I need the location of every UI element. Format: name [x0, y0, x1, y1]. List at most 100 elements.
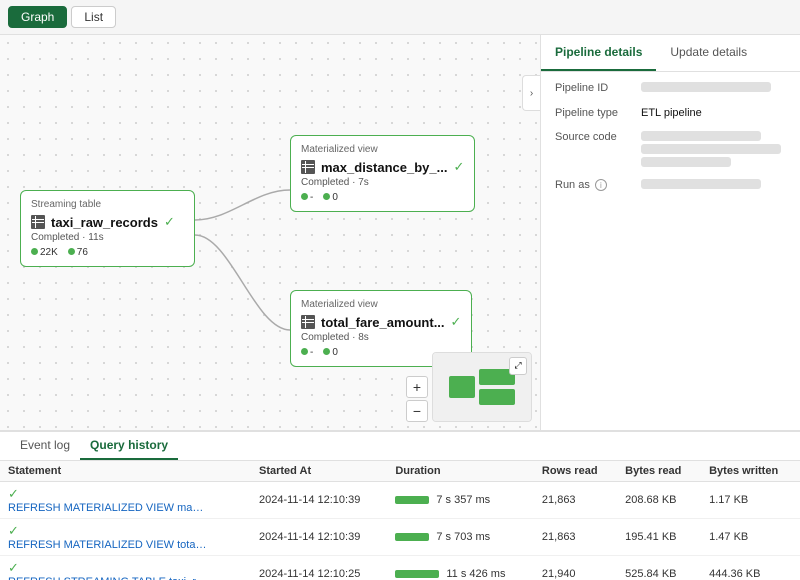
node2-stat2: 0: [332, 347, 338, 358]
pipeline-id-blurred: [641, 82, 771, 92]
graph-tab[interactable]: Graph: [8, 6, 67, 28]
node1-header: max_distance_by_... ✓: [301, 159, 464, 175]
table-icon-node1: [301, 160, 315, 174]
node1-status: Completed · 7s: [301, 177, 464, 188]
table-icon: [31, 215, 45, 229]
source-code-label: Source code: [555, 131, 635, 143]
cell-duration-0: 7 s 357 ms: [387, 481, 534, 518]
cell-bytes-written-2: 444.36 KB: [701, 555, 800, 580]
minimap-node-source: [449, 376, 475, 398]
source-check-icon: ✓: [164, 214, 175, 230]
graph-canvas: Streaming table taxi_raw_records ✓ Compl…: [0, 35, 540, 430]
row-status-icon-2: ✓: [8, 560, 19, 575]
col-rows-read: Rows read: [534, 461, 617, 482]
panel-tabs: Pipeline details Update details: [541, 35, 800, 72]
table-row: ✓ REFRESH MATERIALIZED VIEW max_di... 20…: [0, 481, 800, 518]
node2-stat1: -: [310, 347, 313, 358]
col-duration: Duration: [387, 461, 534, 482]
node1-label: Materialized view: [301, 144, 464, 155]
cell-statement-2: ✓ REFRESH STREAMING TABLE taxi_raw...: [0, 555, 251, 580]
bottom-section: Event log Query history Statement Starte…: [0, 430, 800, 580]
node1-stats: - 0: [301, 192, 464, 203]
node1-check-icon: ✓: [453, 159, 464, 175]
node1-stat1: -: [310, 192, 313, 203]
cell-statement-0: ✓ REFRESH MATERIALIZED VIEW max_di...: [0, 481, 251, 518]
cell-rows-read-1: 21,863: [534, 518, 617, 555]
pipeline-id-value: [641, 82, 786, 95]
zoom-in-button[interactable]: +: [406, 376, 428, 398]
table-row: ✓ REFRESH STREAMING TABLE taxi_raw... 20…: [0, 555, 800, 580]
list-tab[interactable]: List: [71, 6, 116, 28]
top-tab-bar: Graph List: [0, 0, 800, 35]
cell-duration-2: 11 s 426 ms: [387, 555, 534, 580]
panel-content: Pipeline ID Pipeline type ETL pipeline S…: [541, 72, 800, 214]
expand-minimap-button[interactable]: ⤢: [509, 357, 527, 375]
tab-pipeline-details[interactable]: Pipeline details: [541, 35, 656, 71]
stat-dot-2: [68, 248, 75, 255]
cell-bytes-read-2: 525.84 KB: [617, 555, 701, 580]
stat-dot-3: [301, 193, 308, 200]
node1-stat2: 0: [332, 192, 338, 203]
run-as-info-icon: i: [595, 179, 607, 191]
duration-bar-2: [395, 570, 439, 578]
cell-statement-1: ✓ REFRESH MATERIALIZED VIEW total_fa...: [0, 518, 251, 555]
source-node-stats: 22K 76: [31, 247, 184, 258]
cell-rows-read-0: 21,863: [534, 481, 617, 518]
query-history-table: Statement Started At Duration Rows read …: [0, 461, 800, 580]
node2-label: Materialized view: [301, 299, 461, 310]
source-node-label: Streaming table: [31, 199, 184, 210]
source-code-blurred-1: [641, 131, 761, 141]
table-header-row: Statement Started At Duration Rows read …: [0, 461, 800, 482]
col-started-at: Started At: [251, 461, 387, 482]
node2-title: total_fare_amount...: [321, 315, 445, 330]
table-row: ✓ REFRESH MATERIALIZED VIEW total_fa... …: [0, 518, 800, 555]
pipeline-type-label: Pipeline type: [555, 107, 635, 119]
node2-status: Completed · 8s: [301, 332, 461, 343]
cell-started-at-2: 2024-11-14 12:10:25: [251, 555, 387, 580]
tab-query-history[interactable]: Query history: [80, 432, 178, 460]
right-panel: Pipeline details Update details Pipeline…: [540, 35, 800, 430]
stat-dot-1: [31, 248, 38, 255]
source-node-title: taxi_raw_records: [51, 215, 158, 230]
collapse-panel-button[interactable]: ›: [522, 75, 540, 111]
run-as-value: [641, 179, 786, 192]
node1[interactable]: Materialized view max_distance_by_... ✓ …: [290, 135, 475, 212]
col-bytes-written: Bytes written: [701, 461, 800, 482]
zoom-controls: + −: [406, 376, 428, 422]
cell-bytes-written-0: 1.17 KB: [701, 481, 800, 518]
source-code-blurred-3: [641, 157, 731, 167]
source-code-row: Source code: [555, 131, 786, 167]
statement-link-0[interactable]: REFRESH MATERIALIZED VIEW max_di...: [8, 502, 208, 514]
pipeline-type-row: Pipeline type ETL pipeline: [555, 107, 786, 119]
bottom-tabs: Event log Query history: [0, 432, 800, 461]
cell-bytes-written-1: 1.47 KB: [701, 518, 800, 555]
stat-dot-6: [323, 348, 330, 355]
query-history-table-container[interactable]: Statement Started At Duration Rows read …: [0, 461, 800, 580]
source-node[interactable]: Streaming table taxi_raw_records ✓ Compl…: [20, 190, 195, 267]
stat-dot-5: [301, 348, 308, 355]
cell-rows-read-2: 21,940: [534, 555, 617, 580]
duration-bar-0: [395, 496, 429, 504]
source-stat2: 76: [77, 247, 88, 258]
statement-link-2[interactable]: REFRESH STREAMING TABLE taxi_raw...: [8, 576, 208, 580]
col-statement: Statement: [0, 461, 251, 482]
tab-event-log[interactable]: Event log: [10, 432, 80, 460]
cell-started-at-1: 2024-11-14 12:10:39: [251, 518, 387, 555]
minimap-node-2: [479, 389, 515, 405]
zoom-out-button[interactable]: −: [406, 400, 428, 422]
duration-bar-1: [395, 533, 429, 541]
row-status-icon-0: ✓: [8, 486, 19, 501]
pipeline-id-row: Pipeline ID: [555, 82, 786, 95]
cell-bytes-read-1: 195.41 KB: [617, 518, 701, 555]
cell-duration-1: 7 s 703 ms: [387, 518, 534, 555]
run-as-blurred: [641, 179, 761, 189]
table-icon-node2: [301, 315, 315, 329]
tab-update-details[interactable]: Update details: [656, 35, 761, 71]
minimap: ⤢: [432, 352, 532, 422]
pipeline-id-label: Pipeline ID: [555, 82, 635, 94]
source-node-header: taxi_raw_records ✓: [31, 214, 184, 230]
col-bytes-read: Bytes read: [617, 461, 701, 482]
cell-started-at-0: 2024-11-14 12:10:39: [251, 481, 387, 518]
cell-bytes-read-0: 208.68 KB: [617, 481, 701, 518]
statement-link-1[interactable]: REFRESH MATERIALIZED VIEW total_fa...: [8, 539, 208, 551]
